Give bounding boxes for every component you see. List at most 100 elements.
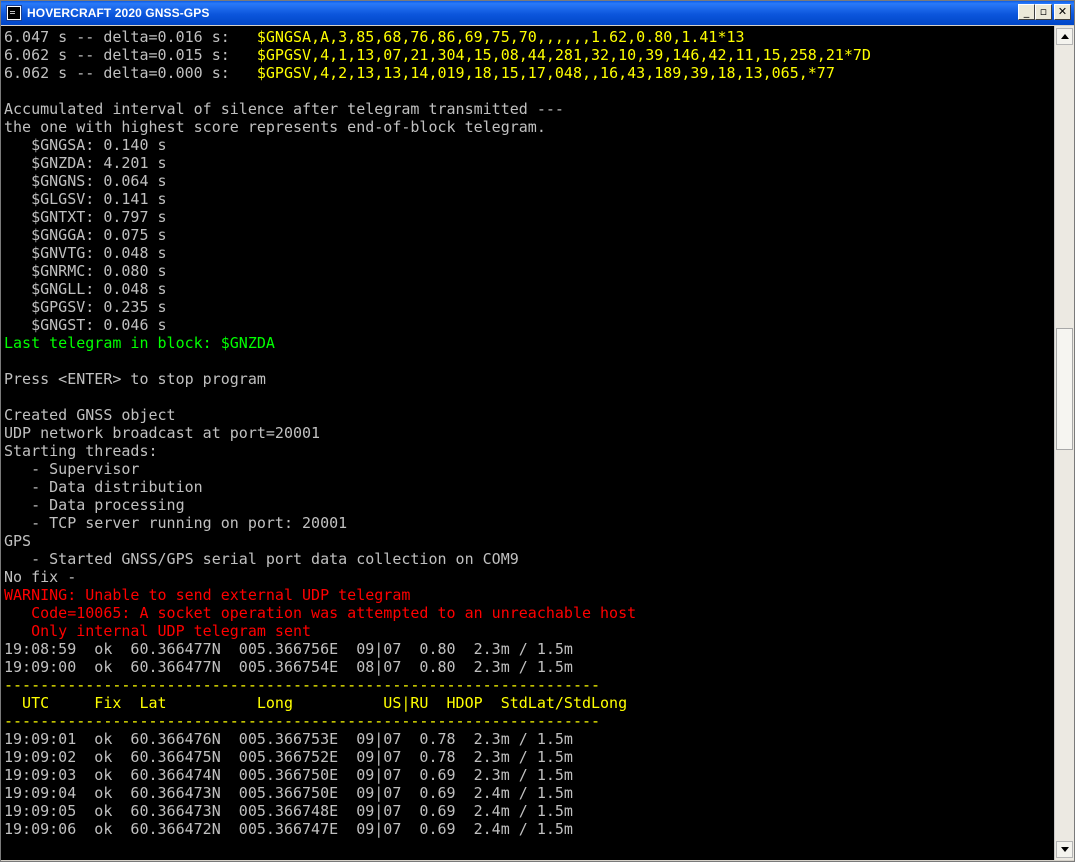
scroll-down-button[interactable] (1056, 841, 1073, 858)
console-line: $GLGSV: 0.141 s (4, 190, 871, 208)
title-bar[interactable]: HOVERCRAFT 2020 GNSS-GPS _ ▫ ✕ (1, 1, 1074, 25)
console-line: Press <ENTER> to stop program (4, 370, 871, 388)
console-line-text: $GNRMC: 0.080 s (4, 262, 167, 280)
console-line: - Data distribution (4, 478, 871, 496)
console-line-text: Press <ENTER> to stop program (4, 370, 266, 388)
console-line: $GPGSV: 0.235 s (4, 298, 871, 316)
close-button[interactable]: ✕ (1054, 4, 1071, 20)
console-line: Only internal UDP telegram sent (4, 622, 871, 640)
console-line-text: 6.062 s -- delta=0.000 s: (4, 64, 257, 82)
console-line-text: Accumulated interval of silence after te… (4, 100, 564, 118)
console-line-text: - Data distribution (4, 478, 203, 496)
console-line: 19:09:00 ok 60.366477N 005.366754E 08|07… (4, 658, 871, 676)
console-line-telegram: $GPGSV,4,1,13,07,21,304,15,08,44,281,32,… (256, 46, 871, 64)
console-line: 19:09:06 ok 60.366472N 005.366747E 09|07… (4, 820, 871, 838)
console-line: $GNTXT: 0.797 s (4, 208, 871, 226)
console-line: $GNGSA: 0.140 s (4, 136, 871, 154)
console-line: 6.047 s -- delta=0.016 s: $GNGSA,A,3,85,… (4, 28, 871, 46)
console-line-text: Created GNSS object (4, 406, 176, 424)
console-line-text: UTC Fix Lat Long US|RU HDOP StdLat/StdLo… (4, 694, 628, 712)
console-line: 19:09:01 ok 60.366476N 005.366753E 09|07… (4, 730, 871, 748)
console-line-text: 6.047 s -- delta=0.016 s: (4, 28, 257, 46)
console-line-text: ----------------------------------------… (4, 712, 601, 730)
console-text: 6.047 s -- delta=0.016 s: $GNGSA,A,3,85,… (4, 28, 871, 838)
console-line: $GNRMC: 0.080 s (4, 262, 871, 280)
console-line: 19:08:59 ok 60.366477N 005.366756E 09|07… (4, 640, 871, 658)
console-line: - TCP server running on port: 20001 (4, 514, 871, 532)
console-line-text: UDP network broadcast at port=20001 (4, 424, 321, 442)
console-line-telegram: $GPGSV,4,2,13,13,14,019,18,15,17,048,,16… (256, 64, 835, 82)
window-title: HOVERCRAFT 2020 GNSS-GPS (27, 6, 210, 20)
console-line: $GNGGA: 0.075 s (4, 226, 871, 244)
console-line-text: No fix - (4, 568, 77, 586)
maximize-button[interactable]: ▫ (1035, 4, 1052, 20)
console-line-telegram: $GNGSA,A,3,85,68,76,86,69,75,70,,,,,,1.6… (256, 28, 745, 46)
console-line: Starting threads: (4, 442, 871, 460)
console-line: Last telegram in block: $GNZDA (4, 334, 871, 352)
console-line-text: Code=10065: A socket operation was attem… (4, 604, 637, 622)
console-line-text: 19:09:02 ok 60.366475N 005.366752E 09|07… (4, 748, 573, 766)
console-window: HOVERCRAFT 2020 GNSS-GPS _ ▫ ✕ 6.047 s -… (0, 0, 1075, 862)
console-line-text: $GNZDA: 4.201 s (4, 154, 167, 172)
console-line-text: GPS (4, 532, 32, 550)
console-line: $GNGLL: 0.048 s (4, 280, 871, 298)
scroll-up-button[interactable] (1056, 28, 1073, 45)
console-line-text: $GNGGA: 0.075 s (4, 226, 167, 244)
console-line: Accumulated interval of silence after te… (4, 100, 871, 118)
console-line: ----------------------------------------… (4, 712, 871, 730)
console-line-text: $GLGSV: 0.141 s (4, 190, 167, 208)
console-line-text: $GNGNS: 0.064 s (4, 172, 167, 190)
console-line: 6.062 s -- delta=0.015 s: $GPGSV,4,1,13,… (4, 46, 871, 64)
console-line: the one with highest score represents en… (4, 118, 871, 136)
console-line: Created GNSS object (4, 406, 871, 424)
console-line-text: - TCP server running on port: 20001 (4, 514, 348, 532)
console-line: 19:09:05 ok 60.366473N 005.366748E 09|07… (4, 802, 871, 820)
console-line: 19:09:04 ok 60.366473N 005.366750E 09|07… (4, 784, 871, 802)
console-line: $GNGNS: 0.064 s (4, 172, 871, 190)
console-line-text: 19:09:06 ok 60.366472N 005.366747E 09|07… (4, 820, 573, 838)
scroll-thumb[interactable] (1056, 328, 1073, 451)
console-line-text: 19:09:03 ok 60.366474N 005.366750E 09|07… (4, 766, 573, 784)
console-line-text: Only internal UDP telegram sent (4, 622, 312, 640)
console-line-text: $GPGSV: 0.235 s (4, 298, 167, 316)
console-line: 6.062 s -- delta=0.000 s: $GPGSV,4,2,13,… (4, 64, 871, 82)
console-line-text: 19:09:05 ok 60.366473N 005.366748E 09|07… (4, 802, 573, 820)
console-line: $GNGST: 0.046 s (4, 316, 871, 334)
vertical-scrollbar[interactable] (1054, 26, 1074, 860)
console-line-text: $GNVTG: 0.048 s (4, 244, 167, 262)
console-line: ----------------------------------------… (4, 676, 871, 694)
console-line-text: 19:09:00 ok 60.366477N 005.366754E 08|07… (4, 658, 573, 676)
console-line-text: Last telegram in block: $GNZDA (4, 334, 275, 352)
console-line-text: - Supervisor (4, 460, 140, 478)
console-line: $GNZDA: 4.201 s (4, 154, 871, 172)
console-line: UDP network broadcast at port=20001 (4, 424, 871, 442)
console-line-text: 19:09:04 ok 60.366473N 005.366750E 09|07… (4, 784, 573, 802)
console-line-text: $GNGST: 0.046 s (4, 316, 167, 334)
console-line: $GNVTG: 0.048 s (4, 244, 871, 262)
console-line-text: Starting threads: (4, 442, 158, 460)
console-line: - Data processing (4, 496, 871, 514)
console-line: UTC Fix Lat Long US|RU HDOP StdLat/StdLo… (4, 694, 871, 712)
console-line: No fix - (4, 568, 871, 586)
console-line: 19:09:03 ok 60.366474N 005.366750E 09|07… (4, 766, 871, 784)
console-line-text: 19:09:01 ok 60.366476N 005.366753E 09|07… (4, 730, 573, 748)
console-app-icon[interactable] (6, 5, 22, 21)
console-line: WARNING: Unable to send external UDP tel… (4, 586, 871, 604)
console-line: GPS (4, 532, 871, 550)
console-line-text: $GNGLL: 0.048 s (4, 280, 167, 298)
console-line-text: - Started GNSS/GPS serial port data coll… (4, 550, 519, 568)
console-line-text: WARNING: Unable to send external UDP tel… (4, 586, 411, 604)
console-line: - Started GNSS/GPS serial port data coll… (4, 550, 871, 568)
console-line: Code=10065: A socket operation was attem… (4, 604, 871, 622)
minimize-button[interactable]: _ (1018, 4, 1035, 20)
console-line-text: 19:08:59 ok 60.366477N 005.366756E 09|07… (4, 640, 573, 658)
console-line-text: the one with highest score represents en… (4, 118, 546, 136)
console-line-text: $GNGSA: 0.140 s (4, 136, 167, 154)
console-line-text: 6.062 s -- delta=0.015 s: (4, 46, 257, 64)
console-line-text: - Data processing (4, 496, 185, 514)
console-output[interactable]: 6.047 s -- delta=0.016 s: $GNGSA,A,3,85,… (1, 26, 1054, 860)
console-line-text: ----------------------------------------… (4, 676, 601, 694)
